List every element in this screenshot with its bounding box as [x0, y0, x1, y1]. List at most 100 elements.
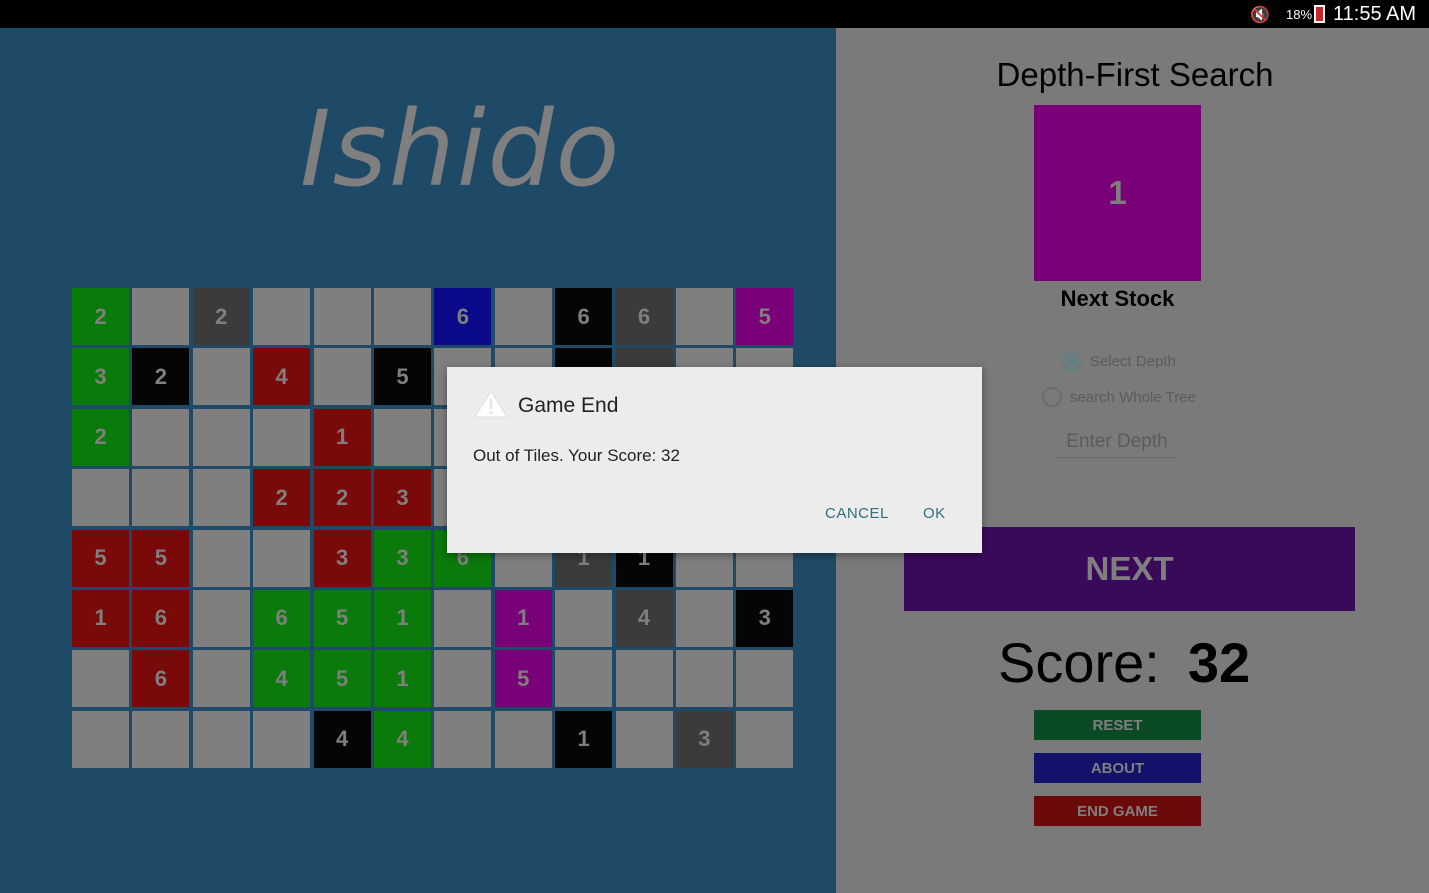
board-cell[interactable] [192, 589, 250, 647]
board-cell[interactable]: 6 [615, 288, 673, 345]
radio-button-checked[interactable] [1062, 351, 1082, 371]
board-cell[interactable] [192, 469, 250, 527]
board-cell[interactable]: 5 [736, 288, 794, 345]
board-cell[interactable]: 5 [313, 589, 371, 647]
board-cell[interactable]: 3 [313, 529, 371, 587]
board-cell[interactable]: 2 [72, 408, 129, 466]
about-button[interactable]: ABOUT [1034, 753, 1201, 783]
radio-whole-tree[interactable]: search Whole Tree [1042, 387, 1196, 407]
board-cell[interactable] [555, 589, 613, 647]
board-cell[interactable] [253, 710, 311, 768]
board-cell[interactable] [494, 288, 552, 345]
radio-button-unchecked[interactable] [1042, 387, 1062, 407]
board-cell[interactable]: 4 [313, 710, 371, 768]
board-cell[interactable] [72, 710, 129, 768]
game-end-dialog: Game End Out of Tiles. Your Score: 32 CA… [447, 367, 982, 553]
radio-select-depth[interactable]: Select Depth [1062, 351, 1176, 371]
board-cell[interactable] [132, 288, 190, 345]
board-cell[interactable]: 4 [373, 710, 431, 768]
board-cell[interactable]: 2 [192, 288, 250, 345]
score-display: Score: 32 [998, 630, 1250, 695]
board-cell[interactable] [253, 408, 311, 466]
board-cell[interactable] [192, 710, 250, 768]
board-cell[interactable] [72, 650, 129, 708]
board-cell[interactable]: 6 [132, 650, 190, 708]
board-cell[interactable]: 5 [72, 529, 129, 587]
board-cell[interactable] [253, 529, 311, 587]
board-cell[interactable]: 2 [253, 469, 311, 527]
algorithm-title: Depth-First Search [996, 56, 1274, 93]
board-cell[interactable]: 5 [494, 650, 552, 708]
board-cell[interactable]: 5 [313, 650, 371, 708]
board-cell[interactable]: 6 [555, 288, 613, 345]
board-cell[interactable] [132, 408, 190, 466]
board-cell[interactable] [434, 650, 492, 708]
board-cell[interactable]: 1 [555, 710, 613, 768]
score-value: 32 [1187, 631, 1251, 694]
board-cell[interactable] [132, 469, 190, 527]
board-cell[interactable]: 6 [132, 589, 190, 647]
board-cell[interactable] [736, 650, 794, 708]
board-cell[interactable] [192, 650, 250, 708]
radio-select-depth-label: Select Depth [1090, 352, 1176, 370]
board-cell[interactable]: 6 [253, 589, 311, 647]
end-game-button[interactable]: END GAME [1034, 796, 1201, 826]
board-cell[interactable]: 4 [615, 589, 673, 647]
board-cell[interactable] [72, 469, 129, 527]
board-cell[interactable] [132, 710, 190, 768]
board-cell[interactable] [675, 288, 733, 345]
next-stock-label: Next Stock [1060, 286, 1175, 311]
board-cell[interactable] [373, 408, 431, 466]
board-cell[interactable] [675, 650, 733, 708]
board-cell[interactable]: 2 [132, 348, 190, 406]
board-cell[interactable]: 5 [373, 348, 431, 406]
board-cell[interactable] [434, 589, 492, 647]
dialog-title: Game End [518, 394, 619, 417]
board-cell[interactable] [313, 348, 371, 406]
board-cell[interactable]: 6 [434, 288, 492, 345]
board-cell[interactable]: 4 [253, 348, 311, 406]
board-cell[interactable] [555, 650, 613, 708]
status-bar: 🔇 18% 11:55 AM [0, 0, 1429, 28]
dialog-message: Out of Tiles. Your Score: 32 [473, 446, 680, 465]
reset-button[interactable]: RESET [1034, 710, 1201, 740]
board-cell[interactable]: 3 [72, 348, 129, 406]
clock: 11:55 AM [1333, 3, 1417, 25]
battery-percent: 18% [1286, 7, 1313, 22]
board-cell[interactable] [313, 288, 371, 345]
app-logo: Ishido [300, 88, 622, 210]
board-cell[interactable] [675, 589, 733, 647]
board-cell[interactable] [736, 710, 794, 768]
board-cell[interactable] [192, 408, 250, 466]
cancel-button[interactable]: CANCEL [825, 505, 889, 522]
board-cell[interactable]: 1 [494, 589, 552, 647]
board-cell[interactable] [192, 529, 250, 587]
board-cell[interactable]: 4 [253, 650, 311, 708]
board-cell[interactable]: 1 [373, 589, 431, 647]
board-cell[interactable]: 5 [132, 529, 190, 587]
board-cell[interactable]: 1 [72, 589, 129, 647]
board-cell[interactable] [615, 650, 673, 708]
board-cell[interactable]: 3 [675, 710, 733, 768]
board-cell[interactable]: 1 [313, 408, 371, 466]
board-cell[interactable]: 3 [373, 529, 431, 587]
board-cell[interactable] [373, 288, 431, 345]
board-cell[interactable]: 2 [313, 469, 371, 527]
mute-icon: 🔇 [1250, 7, 1270, 24]
board-cell[interactable] [494, 710, 552, 768]
board-cell[interactable] [253, 288, 311, 345]
board-cell[interactable] [615, 710, 673, 768]
board-cell[interactable]: 3 [736, 589, 794, 647]
board-cell[interactable]: 2 [72, 288, 129, 345]
battery-icon [1314, 5, 1325, 23]
board-cell[interactable]: 3 [373, 469, 431, 527]
radio-whole-tree-label: search Whole Tree [1070, 388, 1196, 406]
score-label: Score: [998, 631, 1160, 694]
board-cell[interactable] [434, 710, 492, 768]
ok-button[interactable]: OK [923, 505, 946, 522]
warning-icon [474, 390, 508, 418]
board-cell[interactable] [192, 348, 250, 406]
next-stock-tile: 1 [1034, 105, 1201, 281]
depth-input[interactable] [1056, 426, 1178, 458]
board-cell[interactable]: 1 [373, 650, 431, 708]
